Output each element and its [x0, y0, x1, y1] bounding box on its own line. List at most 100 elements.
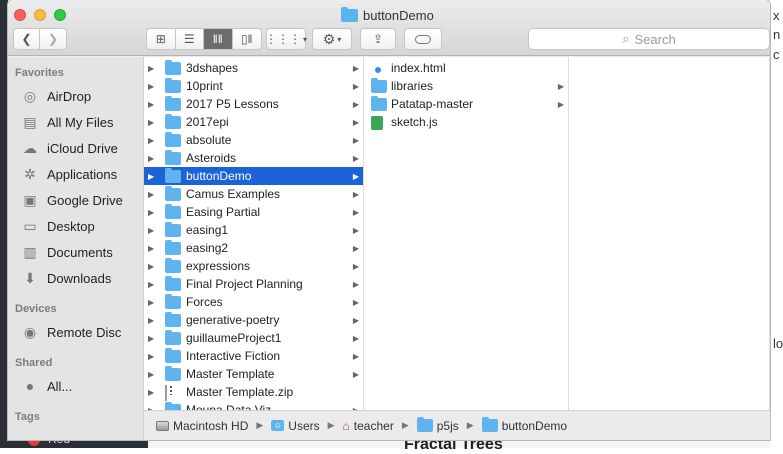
action-button[interactable]: ⚙ ▾	[312, 28, 352, 50]
path-separator-icon: ▶	[466, 420, 474, 430]
list-item[interactable]: ▶ 2017epi ▶	[144, 113, 363, 131]
item-label: Forces	[186, 295, 223, 309]
disclosure-triangle-icon[interactable]: ▶	[148, 136, 154, 145]
folder-icon	[165, 258, 181, 276]
list-item[interactable]: ▶ Master Template.zip	[144, 383, 363, 401]
search-icon: ⌕	[622, 31, 630, 46]
list-item[interactable]: Patatap-master ▶	[364, 95, 568, 113]
list-item[interactable]: ▶ expressions ▶	[144, 257, 363, 275]
sidebar-item-documents[interactable]: ▥ Documents	[20, 242, 144, 262]
disclosure-triangle-icon[interactable]: ▶	[148, 388, 154, 397]
path-segment[interactable]: ☺ Users	[271, 418, 320, 433]
item-label: Master Template.zip	[186, 385, 294, 399]
disclosure-triangle-icon[interactable]: ▶	[148, 208, 154, 217]
list-item[interactable]: ▶ easing1 ▶	[144, 221, 363, 239]
disclosure-triangle-icon[interactable]: ▶	[148, 100, 154, 109]
share-icon: ⇪	[372, 32, 384, 46]
item-label: Mouna Data Viz	[186, 403, 272, 410]
arrange-button[interactable]: ⋮⋮⋮ ▾	[265, 28, 307, 50]
tags-button[interactable]	[404, 28, 442, 50]
list-item[interactable]: ▶ Easing Partial ▶	[144, 203, 363, 221]
disclosure-triangle-icon[interactable]: ▶	[148, 316, 154, 325]
list-item[interactable]: ▶ Asteroids ▶	[144, 149, 363, 167]
columns-icon: ‖‖	[212, 32, 223, 46]
view-mode-control: ⊞ ☰ ‖‖ ▯‖	[146, 28, 262, 50]
sidebar-item-all-my-files[interactable]: ▤ All My Files	[20, 112, 144, 132]
sidebar-item-downloads[interactable]: ⬇ Downloads	[20, 268, 144, 288]
maximize-button[interactable]	[54, 9, 66, 21]
list-item[interactable]: libraries ▶	[364, 77, 568, 95]
list-item[interactable]: ▶ Forces ▶	[144, 293, 363, 311]
folder-icon	[165, 294, 181, 312]
list-item[interactable]: ▶ Final Project Planning ▶	[144, 275, 363, 293]
sidebar-item-google-drive[interactable]: ▣ Google Drive	[20, 190, 144, 210]
disclosure-triangle-icon[interactable]: ▶	[148, 244, 154, 253]
disclosure-triangle-icon[interactable]: ▶	[148, 190, 154, 199]
list-item[interactable]: ▶ 2017 P5 Lessons ▶	[144, 95, 363, 113]
icon-view-button[interactable]: ⊞	[147, 29, 176, 49]
path-segment[interactable]: buttonDemo	[481, 417, 568, 433]
list-item[interactable]: ▶ Mouna Data Viz ▶	[144, 401, 363, 410]
disclosure-triangle-icon[interactable]: ▶	[148, 82, 154, 91]
item-label: Master Template	[186, 367, 275, 381]
list-item[interactable]: ▶ 3dshapes ▶	[144, 59, 363, 77]
list-item[interactable]: ▶ Interactive Fiction ▶	[144, 347, 363, 365]
disclosure-triangle-icon[interactable]: ▶	[148, 118, 154, 127]
list-item[interactable]: ▶ 10print ▶	[144, 77, 363, 95]
list-item[interactable]: ▶ Master Template ▶	[144, 365, 363, 383]
list-view-button[interactable]: ☰	[176, 29, 204, 49]
chevron-right-icon: ▶	[352, 279, 359, 289]
chevron-right-icon: ▶	[352, 369, 359, 379]
sidebar-item-desktop[interactable]: ▭ Desktop	[20, 216, 144, 236]
disclosure-triangle-icon[interactable]: ▶	[148, 370, 154, 379]
list-item[interactable]: ▶ guillaumeProject1 ▶	[144, 329, 363, 347]
disclosure-triangle-icon[interactable]: ▶	[148, 154, 154, 163]
sidebar-item-applications[interactable]: ✲ Applications	[20, 164, 144, 184]
list-item[interactable]: sketch.js	[364, 113, 568, 131]
search-field[interactable]: ⌕ Search	[528, 28, 770, 50]
disclosure-triangle-icon[interactable]: ▶	[148, 334, 154, 343]
share-button[interactable]: ⇪	[360, 28, 396, 50]
close-button[interactable]	[14, 9, 26, 21]
sidebar: Favorites ◎ AirDrop ▤ All My Files ☁ iCloud…	[8, 57, 144, 440]
item-label: index.html	[391, 61, 446, 75]
minimize-button[interactable]	[34, 9, 46, 21]
sidebar-item-icloud-drive[interactable]: ☁ iCloud Drive	[20, 138, 144, 158]
column-view-button[interactable]: ‖‖	[204, 29, 233, 49]
sidebar-item-remote-disc[interactable]: ◉ Remote Disc	[20, 322, 144, 342]
chevron-right-icon: ▶	[352, 189, 359, 199]
item-label: easing2	[186, 241, 229, 255]
hard-drive-icon	[156, 420, 169, 431]
item-label: 2017epi	[186, 115, 229, 129]
list-item[interactable]: ▶ buttonDemo ▶	[144, 167, 363, 185]
gallery-view-button[interactable]: ▯‖	[233, 29, 261, 49]
folder-icon	[165, 204, 181, 222]
disclosure-triangle-icon[interactable]: ▶	[148, 298, 154, 307]
disclosure-triangle-icon[interactable]: ▶	[148, 226, 154, 235]
path-segment-label: buttonDemo	[501, 418, 568, 433]
path-segment-label: Macintosh HD	[173, 418, 249, 433]
sidebar-item-all-shared[interactable]: ● All...	[20, 376, 144, 396]
folder-icon	[165, 60, 181, 78]
list-item[interactable]: ▶ absolute ▶	[144, 131, 363, 149]
disclosure-triangle-icon[interactable]: ▶	[148, 280, 154, 289]
back-button[interactable]: ❮	[14, 29, 41, 49]
forward-button[interactable]: ❯	[40, 29, 66, 49]
chevron-right-icon: ▶	[352, 207, 359, 217]
sidebar-item-airdrop[interactable]: ◎ AirDrop	[20, 86, 144, 106]
list-item[interactable]: ▶ easing2 ▶	[144, 239, 363, 257]
disclosure-triangle-icon[interactable]: ▶	[148, 64, 154, 73]
path-segment-label: Users	[288, 418, 320, 433]
path-segment[interactable]: p5js	[416, 417, 459, 433]
disclosure-triangle-icon[interactable]: ▶	[148, 352, 154, 361]
downloads-icon: ⬇	[24, 269, 36, 286]
item-label: Asteroids	[186, 151, 237, 165]
list-item[interactable]: ▶ Camus Examples ▶	[144, 185, 363, 203]
path-segment[interactable]: ⌂ teacher	[343, 419, 394, 433]
disclosure-triangle-icon[interactable]: ▶	[148, 172, 154, 181]
path-separator-icon: ▶	[256, 420, 264, 430]
list-item[interactable]: index.html	[364, 59, 568, 77]
path-segment[interactable]: Macintosh HD	[156, 419, 248, 433]
disclosure-triangle-icon[interactable]: ▶	[148, 262, 154, 271]
list-item[interactable]: ▶ generative-poetry ▶	[144, 311, 363, 329]
